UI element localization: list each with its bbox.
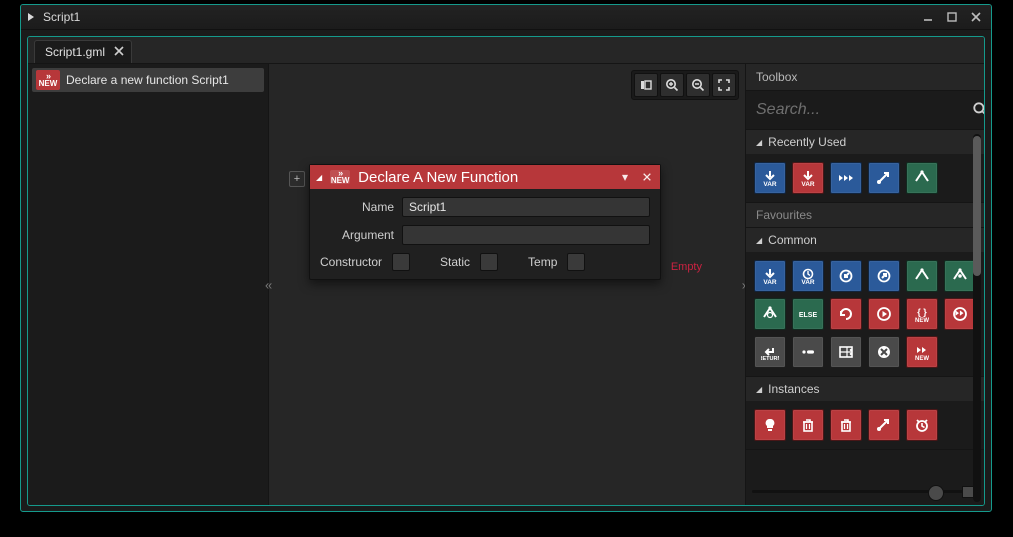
name-label: Name — [320, 200, 394, 214]
tree-item-declare-function[interactable]: »NEW Declare a new function Script1 — [32, 68, 264, 92]
tile-branch[interactable] — [906, 260, 938, 292]
constructor-label: Constructor — [320, 255, 382, 269]
chevron-down-icon: ◢ — [756, 138, 762, 147]
section-header-favourites[interactable]: Favourites — [746, 203, 984, 227]
chevron-down-icon: ◢ — [756, 385, 762, 394]
search-input[interactable] — [754, 97, 966, 123]
zoom-in-button[interactable] — [660, 73, 684, 97]
window-menu-icon[interactable] — [27, 12, 37, 22]
toolbox-zoom-slider[interactable] — [752, 490, 978, 502]
zoom-out-button[interactable] — [686, 73, 710, 97]
tile-new-function[interactable] — [906, 336, 938, 368]
tile-timer-variable[interactable] — [792, 260, 824, 292]
function-node-title: Declare A New Function — [358, 169, 518, 186]
tile-new-block[interactable] — [906, 298, 938, 330]
section-grid-common — [746, 252, 984, 376]
argument-label: Argument — [320, 228, 394, 242]
section-grid-instances — [746, 401, 984, 449]
tile-play[interactable] — [830, 162, 862, 194]
constructor-checkbox[interactable] — [392, 253, 410, 271]
static-checkbox[interactable] — [480, 253, 498, 271]
tile-else[interactable] — [792, 298, 824, 330]
titlebar: Script1 — [21, 5, 991, 30]
section-header-common[interactable]: ◢ Common — [746, 228, 984, 252]
new-function-badge-icon: »NEW — [36, 70, 60, 90]
tile-link-in[interactable] — [830, 260, 862, 292]
function-node-header[interactable]: ◢ »NEW Declare A New Function ▾ — [310, 165, 660, 189]
tree-item-label: Declare a new function Script1 — [66, 73, 229, 87]
section-grid-recently_used — [746, 154, 984, 202]
tile-run[interactable] — [868, 298, 900, 330]
tile-loop[interactable] — [830, 298, 862, 330]
node-empty-label: Empty — [671, 261, 702, 273]
canvas-toolbar — [631, 70, 739, 100]
tile-assign-variable[interactable] — [754, 162, 786, 194]
section-title: Recently Used — [768, 135, 846, 149]
tile-connect[interactable] — [868, 409, 900, 441]
section-header-instances[interactable]: ◢ Instances — [746, 377, 984, 401]
tile-light[interactable] — [754, 409, 786, 441]
node-close-icon[interactable] — [640, 170, 654, 184]
new-function-icon: »NEW — [330, 170, 350, 184]
function-node[interactable]: ◢ »NEW Declare A New Function ▾ Name Arg… — [309, 164, 661, 280]
section-header-recently_used[interactable]: ◢ Recently Used — [746, 130, 984, 154]
tab-close-button[interactable] — [113, 45, 125, 60]
tile-branch[interactable] — [906, 162, 938, 194]
tile-list[interactable] — [830, 336, 862, 368]
section-title: Common — [768, 233, 817, 247]
toolbox-title: Toolbox — [746, 64, 984, 91]
tile-assign-variable[interactable] — [754, 260, 786, 292]
canvas[interactable]: « » + ◢ »NEW Declare A New Function ▾ — [269, 64, 745, 506]
section-title: Favourites — [756, 208, 812, 222]
search-icon[interactable] — [972, 101, 985, 120]
temp-label: Temp — [528, 255, 557, 269]
section-title: Instances — [768, 382, 819, 396]
canvas-handle-left[interactable]: « — [265, 278, 272, 293]
temp-checkbox[interactable] — [567, 253, 585, 271]
tile-comment[interactable] — [792, 336, 824, 368]
script-tree: »NEW Declare a new function Script1 — [28, 64, 269, 506]
node-menu-icon[interactable]: ▾ — [618, 170, 632, 184]
chevron-down-icon: ◢ — [756, 236, 762, 245]
tile-cancel[interactable] — [868, 336, 900, 368]
static-label: Static — [440, 255, 470, 269]
tile-alarm[interactable] — [906, 409, 938, 441]
tile-link-out[interactable] — [868, 260, 900, 292]
zoom-fit-button[interactable] — [634, 73, 658, 97]
tile-return[interactable] — [754, 336, 786, 368]
tab-script1[interactable]: Script1.gml — [34, 40, 132, 63]
toolbox-scrollbar[interactable] — [972, 130, 982, 506]
tile-jump-to-point[interactable] — [868, 162, 900, 194]
tab-label: Script1.gml — [45, 45, 105, 59]
add-node-button[interactable]: + — [289, 171, 305, 187]
tile-assign-variable-red[interactable] — [792, 162, 824, 194]
window-maximize-button[interactable] — [943, 8, 961, 26]
name-input[interactable] — [402, 197, 650, 217]
fullscreen-button[interactable] — [712, 73, 736, 97]
window-title: Script1 — [43, 10, 80, 24]
collapse-icon[interactable]: ◢ — [316, 173, 322, 182]
tile-delete-all[interactable] — [830, 409, 862, 441]
argument-input[interactable] — [402, 225, 650, 245]
toolbox: Toolbox ◢Recently UsedFavourites◢Common◢… — [745, 64, 984, 506]
tile-delete[interactable] — [792, 409, 824, 441]
tabs-strip: Script1.gml — [28, 37, 984, 64]
window: Script1 Script1.gml »NEW — [20, 4, 992, 512]
tile-branch-settings[interactable] — [754, 298, 786, 330]
window-minimize-button[interactable] — [919, 8, 937, 26]
window-close-button[interactable] — [967, 8, 985, 26]
